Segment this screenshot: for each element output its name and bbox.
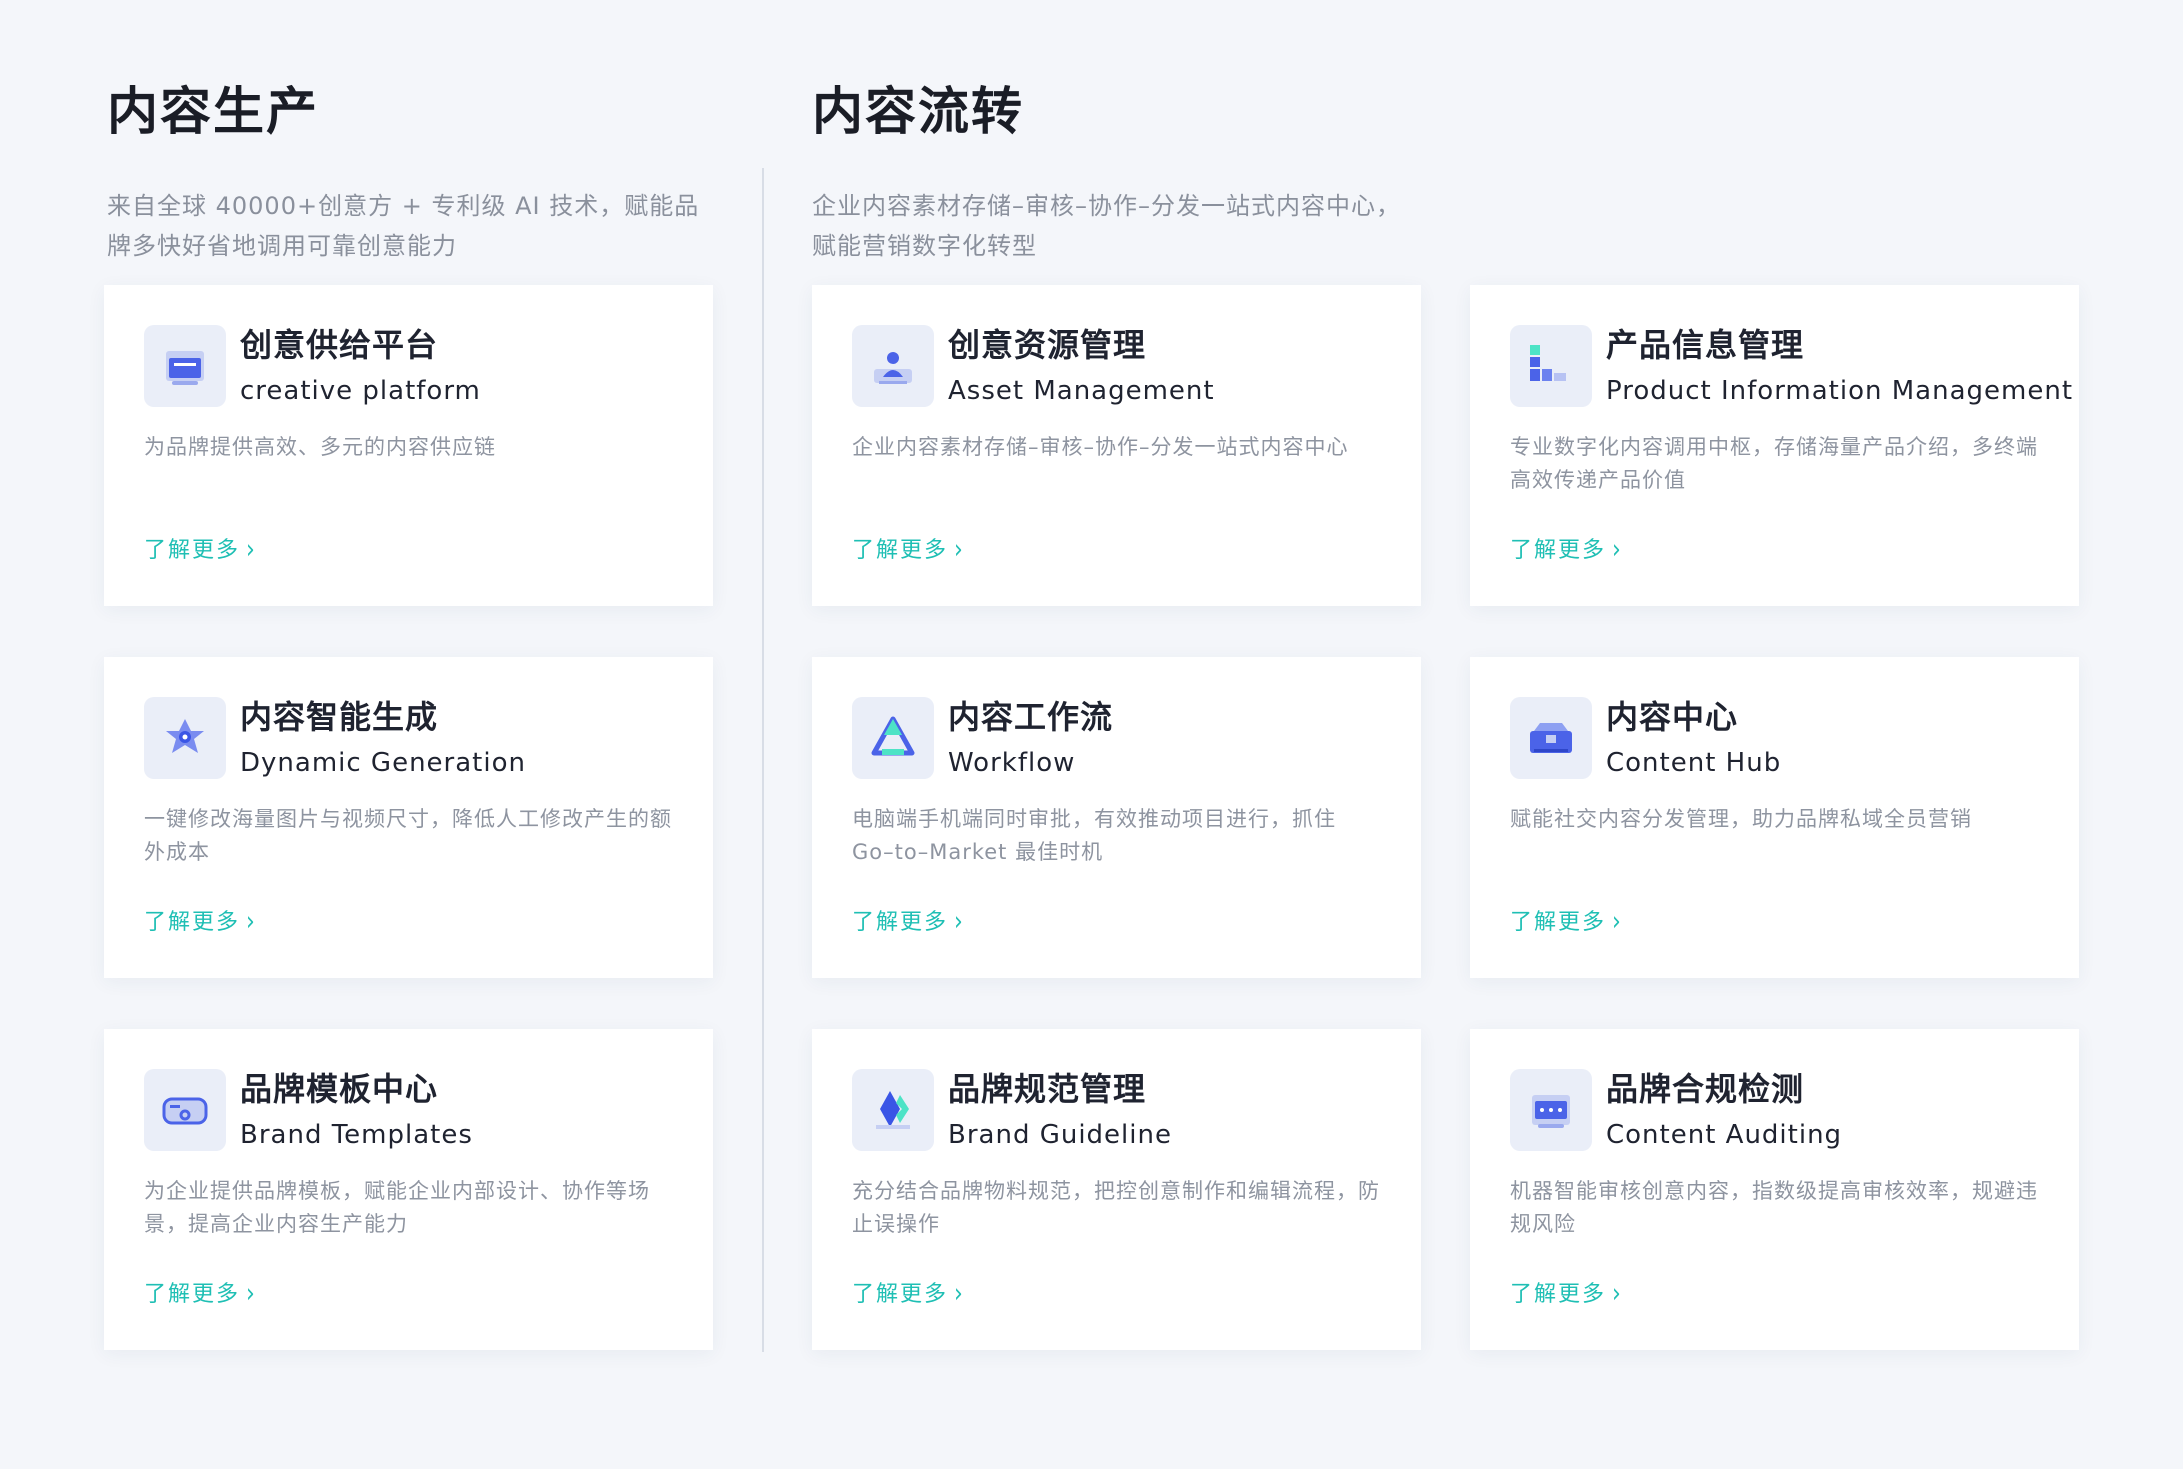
learn-more-label: 了解更多	[1510, 538, 1607, 563]
card-brand-templates[interactable]: 品牌模板中心 Brand Templates 为企业提供品牌模板，赋能企业内部设…	[104, 1029, 713, 1350]
chevron-right-icon: ›	[246, 1279, 257, 1310]
card-content-auditing[interactable]: 品牌合规检测 Content Auditing 机器智能审核创意内容，指数级提高…	[1470, 1029, 2079, 1350]
section-description-circulation: 企业内容素材存储–审核–协作–分发一站式内容中心，赋能营销数字化转型	[812, 192, 1401, 260]
card-description: 企业内容素材存储–审核–协作–分发一站式内容中心	[852, 435, 1349, 459]
learn-more-link[interactable]: 了解更多 ›	[144, 535, 257, 567]
section-title-circulation: 内容流转	[812, 83, 1025, 142]
learn-more-label: 了解更多	[144, 1282, 241, 1307]
card-subtitle: Dynamic Generation	[240, 748, 526, 778]
card-workflow[interactable]: 内容工作流 Workflow 电脑端手机端同时审批，有效推动项目进行，抓住 Go…	[812, 657, 1421, 978]
section-title-production: 内容生产	[107, 83, 320, 142]
chevron-right-icon: ›	[954, 1279, 965, 1310]
card-title: 品牌规范管理	[948, 1070, 1147, 1108]
card-subtitle: Asset Management	[948, 376, 1215, 406]
learn-more-link[interactable]: 了解更多 ›	[852, 907, 965, 939]
card-dynamic-generation[interactable]: 内容智能生成 Dynamic Generation 一键修改海量图片与视频尺寸，…	[104, 657, 713, 978]
learn-more-label: 了解更多	[1510, 910, 1607, 935]
learn-more-label: 了解更多	[852, 538, 949, 563]
chevron-right-icon: ›	[954, 907, 965, 938]
card-title: 产品信息管理	[1606, 326, 1805, 364]
card-subtitle: Content Auditing	[1606, 1120, 1843, 1150]
chevron-right-icon: ›	[246, 535, 257, 566]
card-description: 为企业提供品牌模板，赋能企业内部设计、协作等场景，提高企业内容生产能力	[144, 1179, 650, 1236]
chevron-right-icon: ›	[1612, 907, 1623, 938]
card-subtitle: Product Information Management	[1606, 376, 2074, 406]
learn-more-label: 了解更多	[1510, 1282, 1607, 1307]
learn-more-label: 了解更多	[852, 910, 949, 935]
learn-more-link[interactable]: 了解更多 ›	[1510, 1279, 1623, 1311]
creative-platform-icon	[144, 325, 226, 407]
learn-more-link[interactable]: 了解更多 ›	[852, 535, 965, 567]
product-information-icon	[1510, 325, 1592, 407]
card-content-hub[interactable]: 内容中心 Content Hub 赋能社交内容分发管理，助力品牌私域全员营销 了…	[1470, 657, 2079, 978]
card-title: 内容智能生成	[240, 698, 439, 736]
learn-more-link[interactable]: 了解更多 ›	[144, 907, 257, 939]
card-description: 充分结合品牌物料规范，把控创意制作和编辑流程，防止误操作	[852, 1179, 1380, 1236]
learn-more-label: 了解更多	[144, 538, 241, 563]
card-brand-guideline[interactable]: 品牌规范管理 Brand Guideline 充分结合品牌物料规范，把控创意制作…	[812, 1029, 1421, 1350]
card-title: 品牌合规检测	[1606, 1070, 1805, 1108]
card-title: 创意供给平台	[240, 326, 439, 364]
card-asset-management[interactable]: 创意资源管理 Asset Management 企业内容素材存储–审核–协作–分…	[812, 285, 1421, 606]
card-title: 内容工作流	[948, 698, 1114, 736]
content-hub-icon	[1510, 697, 1592, 779]
production-section-header: 内容生产 来自全球 40000+创意方 + 专利级 AI 技术，赋能品牌多快好省…	[107, 78, 717, 266]
card-title: 品牌模板中心	[240, 1070, 439, 1108]
asset-management-icon	[852, 325, 934, 407]
card-description: 电脑端手机端同时审批，有效推动项目进行，抓住 Go–to–Market 最佳时机	[852, 807, 1336, 864]
card-subtitle: Brand Guideline	[948, 1120, 1172, 1150]
learn-more-label: 了解更多	[144, 910, 241, 935]
brand-templates-icon	[144, 1069, 226, 1151]
learn-more-link[interactable]: 了解更多 ›	[1510, 907, 1623, 939]
card-subtitle: creative platform	[240, 376, 481, 406]
card-product-information[interactable]: 产品信息管理 Product Information Management 专业…	[1470, 285, 2079, 606]
card-subtitle: Brand Templates	[240, 1120, 473, 1150]
learn-more-link[interactable]: 了解更多 ›	[852, 1279, 965, 1311]
learn-more-link[interactable]: 了解更多 ›	[1510, 535, 1623, 567]
workflow-icon	[852, 697, 934, 779]
dynamic-generation-icon	[144, 697, 226, 779]
card-subtitle: Content Hub	[1606, 748, 1782, 778]
chevron-right-icon: ›	[1612, 1279, 1623, 1310]
card-title: 创意资源管理	[948, 326, 1147, 364]
card-description: 专业数字化内容调用中枢，存储海量产品介绍，多终端高效传递产品价值	[1510, 435, 2038, 492]
card-creative-platform[interactable]: 创意供给平台 creative platform 为品牌提供高效、多元的内容供应…	[104, 285, 713, 606]
card-description: 为品牌提供高效、多元的内容供应链	[144, 435, 496, 459]
chevron-right-icon: ›	[954, 535, 965, 566]
learn-more-link[interactable]: 了解更多 ›	[144, 1279, 257, 1311]
section-divider	[762, 168, 764, 1352]
chevron-right-icon: ›	[1612, 535, 1623, 566]
learn-more-label: 了解更多	[852, 1282, 949, 1307]
card-subtitle: Workflow	[948, 748, 1076, 778]
content-auditing-icon	[1510, 1069, 1592, 1151]
section-description-production: 来自全球 40000+创意方 + 专利级 AI 技术，赋能品牌多快好省地调用可靠…	[107, 192, 700, 260]
card-description: 一键修改海量图片与视频尺寸，降低人工修改产生的额外成本	[144, 807, 672, 864]
brand-guideline-icon	[852, 1069, 934, 1151]
circulation-section-header: 内容流转 企业内容素材存储–审核–协作–分发一站式内容中心，赋能营销数字化转型	[812, 78, 1422, 266]
chevron-right-icon: ›	[246, 907, 257, 938]
card-title: 内容中心	[1606, 698, 1739, 736]
card-description: 赋能社交内容分发管理，助力品牌私域全员营销	[1510, 807, 1972, 831]
card-description: 机器智能审核创意内容，指数级提高审核效率，规避违规风险	[1510, 1179, 2038, 1236]
